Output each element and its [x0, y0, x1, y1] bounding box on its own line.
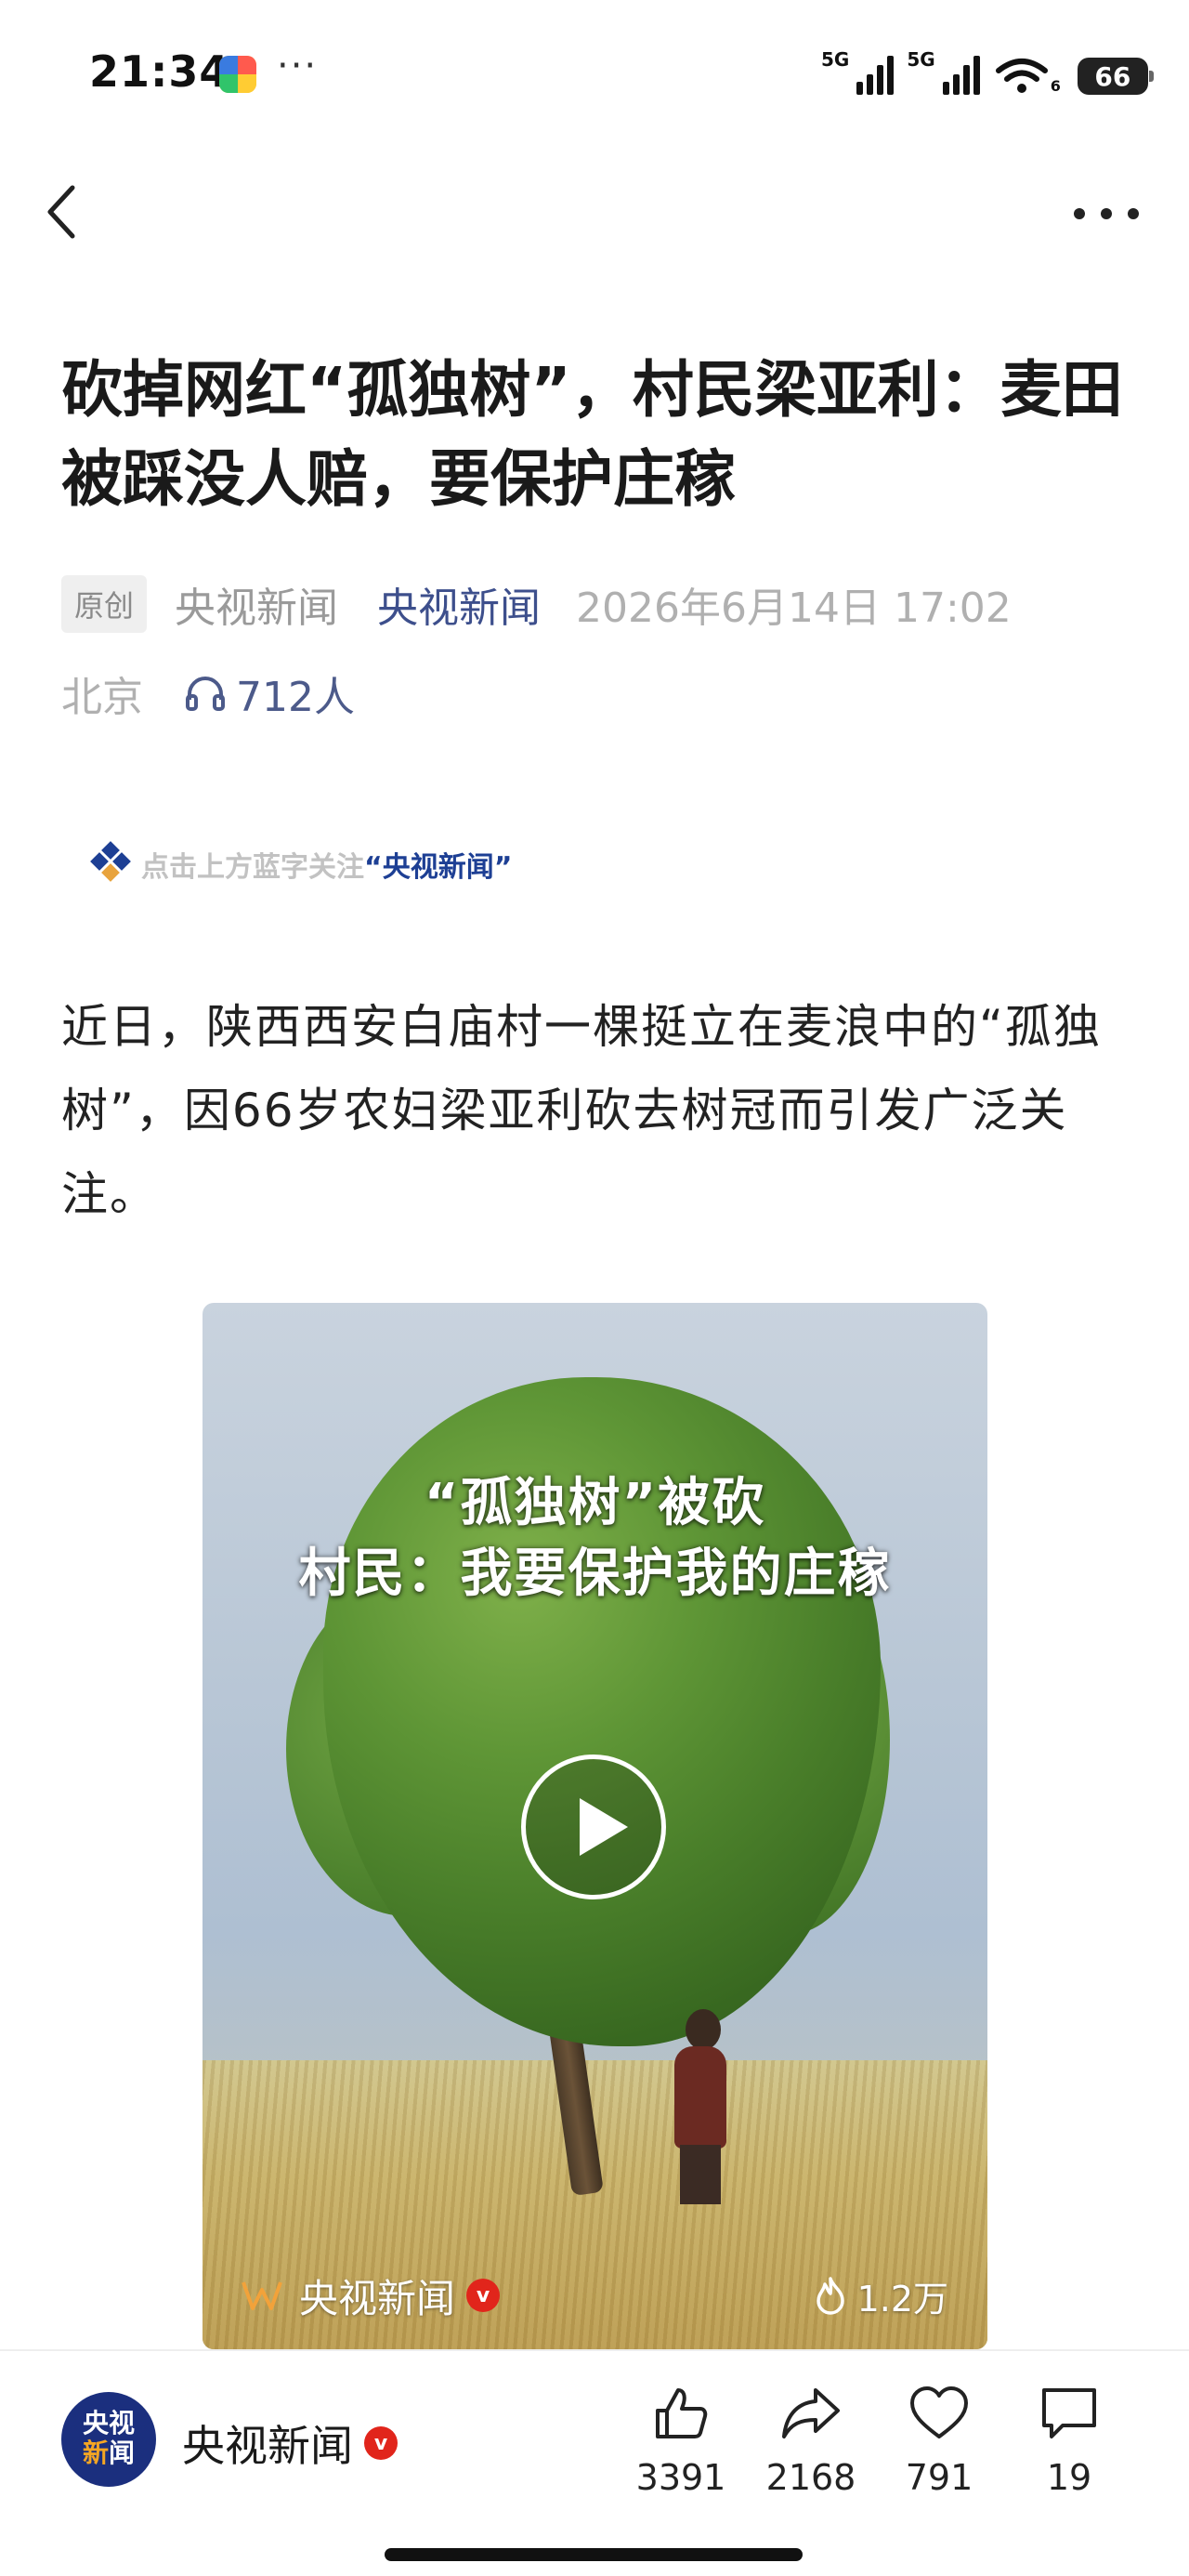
signal-2-icon	[942, 56, 980, 95]
video-view-count: 1.2万	[856, 2278, 948, 2320]
play-button[interactable]	[521, 1755, 666, 1899]
video-person-figure	[667, 2009, 732, 2204]
like-button[interactable]: 3391	[630, 2383, 732, 2498]
video-views: 1.2万	[813, 2269, 948, 2321]
article-title: 砍掉网红“孤独树”，村民梁亚利：麦田被踩没人赔，要保护庄稼	[61, 354, 1123, 515]
account-name-text: 央视新闻	[182, 2421, 353, 2471]
article-body: 近日，陕西西安白庙村一棵挺立在麦浪中的“孤独树”，因66岁农妇梁亚利砍去树冠而引…	[61, 1000, 1102, 1221]
article-meta: 原创 央视新闻 央视新闻 2026年6月14日 17:02	[61, 574, 1012, 634]
video-caption-line1: “孤独树”被砍	[424, 1473, 766, 1533]
more-dots-icon	[1074, 208, 1085, 219]
wifi-label: 6	[1050, 77, 1061, 95]
like-count: 3391	[635, 2457, 726, 2498]
battery-level: 66	[1094, 60, 1131, 92]
back-button[interactable]	[41, 182, 97, 242]
bottom-action-bar: 央视 新闻 央视新闻 v 3391 2168 791 19	[0, 2349, 1189, 2535]
avatar-text-line1: 央视	[82, 2408, 135, 2438]
comment-button[interactable]: 19	[1018, 2383, 1120, 2498]
verified-badge-icon: v	[466, 2279, 501, 2312]
account-name[interactable]: 央视新闻 v	[182, 2412, 398, 2474]
comment-bubble-icon	[1042, 2388, 1096, 2438]
account-avatar[interactable]: 央视 新闻	[61, 2392, 156, 2487]
status-bar: 21:34 ··· 5G 5G 6 66	[0, 0, 1189, 149]
video-source[interactable]: 央视新闻 v	[240, 2269, 501, 2321]
listener-count[interactable]: 712人	[236, 664, 355, 723]
share-count: 2168	[765, 2457, 856, 2498]
video-caption-line2: 村民：我要保护我的庄稼	[298, 1544, 892, 1604]
app-notification-icon	[219, 56, 256, 93]
comment-count: 19	[1046, 2457, 1092, 2498]
follow-banner-text: 点击上方蓝字关注	[141, 851, 364, 884]
original-badge: 原创	[61, 575, 148, 633]
article-source: 央视新闻	[175, 585, 339, 632]
article-meta-secondary: 北京 712人	[61, 664, 355, 723]
avatar-text-line2: 新闻	[82, 2438, 136, 2468]
flame-icon	[816, 2277, 844, 2315]
publish-time: 2026年6月14日 17:02	[576, 585, 1012, 632]
back-arrow-icon	[47, 185, 75, 239]
battery-icon: 66	[1077, 58, 1154, 95]
share-arrow-icon	[782, 2388, 840, 2438]
status-time: 21:34	[89, 46, 230, 97]
signal-2-label: 5G	[907, 48, 935, 71]
wifi-icon	[995, 59, 1048, 93]
headphones-icon[interactable]	[184, 672, 227, 715]
follow-banner-brand[interactable]: “央视新闻”	[364, 844, 512, 885]
favorite-count: 791	[905, 2457, 973, 2498]
brand-diamond-icon	[90, 841, 131, 882]
signal-1-icon	[856, 56, 895, 95]
follow-banner[interactable]: 点击上方蓝字关注 “央视新闻”	[85, 838, 512, 890]
status-indicators: 5G 5G 6 66	[821, 48, 1154, 95]
more-button[interactable]	[1074, 186, 1139, 242]
video-player[interactable]: “孤独树”被砍 村民：我要保护我的庄稼 央视新闻 v 1.2万	[203, 1303, 987, 2349]
status-more-indicator: ···	[277, 45, 319, 87]
video-caption: “孤独树”被砍 村民：我要保护我的庄稼	[203, 1468, 987, 1610]
author-link[interactable]: 央视新闻	[377, 574, 541, 634]
verified-badge-icon: v	[364, 2426, 398, 2460]
video-source-name: 央视新闻	[299, 2275, 456, 2321]
share-button[interactable]: 2168	[760, 2383, 862, 2498]
channel-logo-icon	[242, 2281, 282, 2310]
signal-1-label: 5G	[821, 48, 850, 71]
home-indicator[interactable]	[385, 2548, 803, 2561]
thumbs-up-icon	[656, 2388, 708, 2438]
article-location: 北京	[61, 674, 143, 721]
favorite-button[interactable]: 791	[888, 2383, 990, 2498]
heart-icon	[910, 2386, 968, 2438]
